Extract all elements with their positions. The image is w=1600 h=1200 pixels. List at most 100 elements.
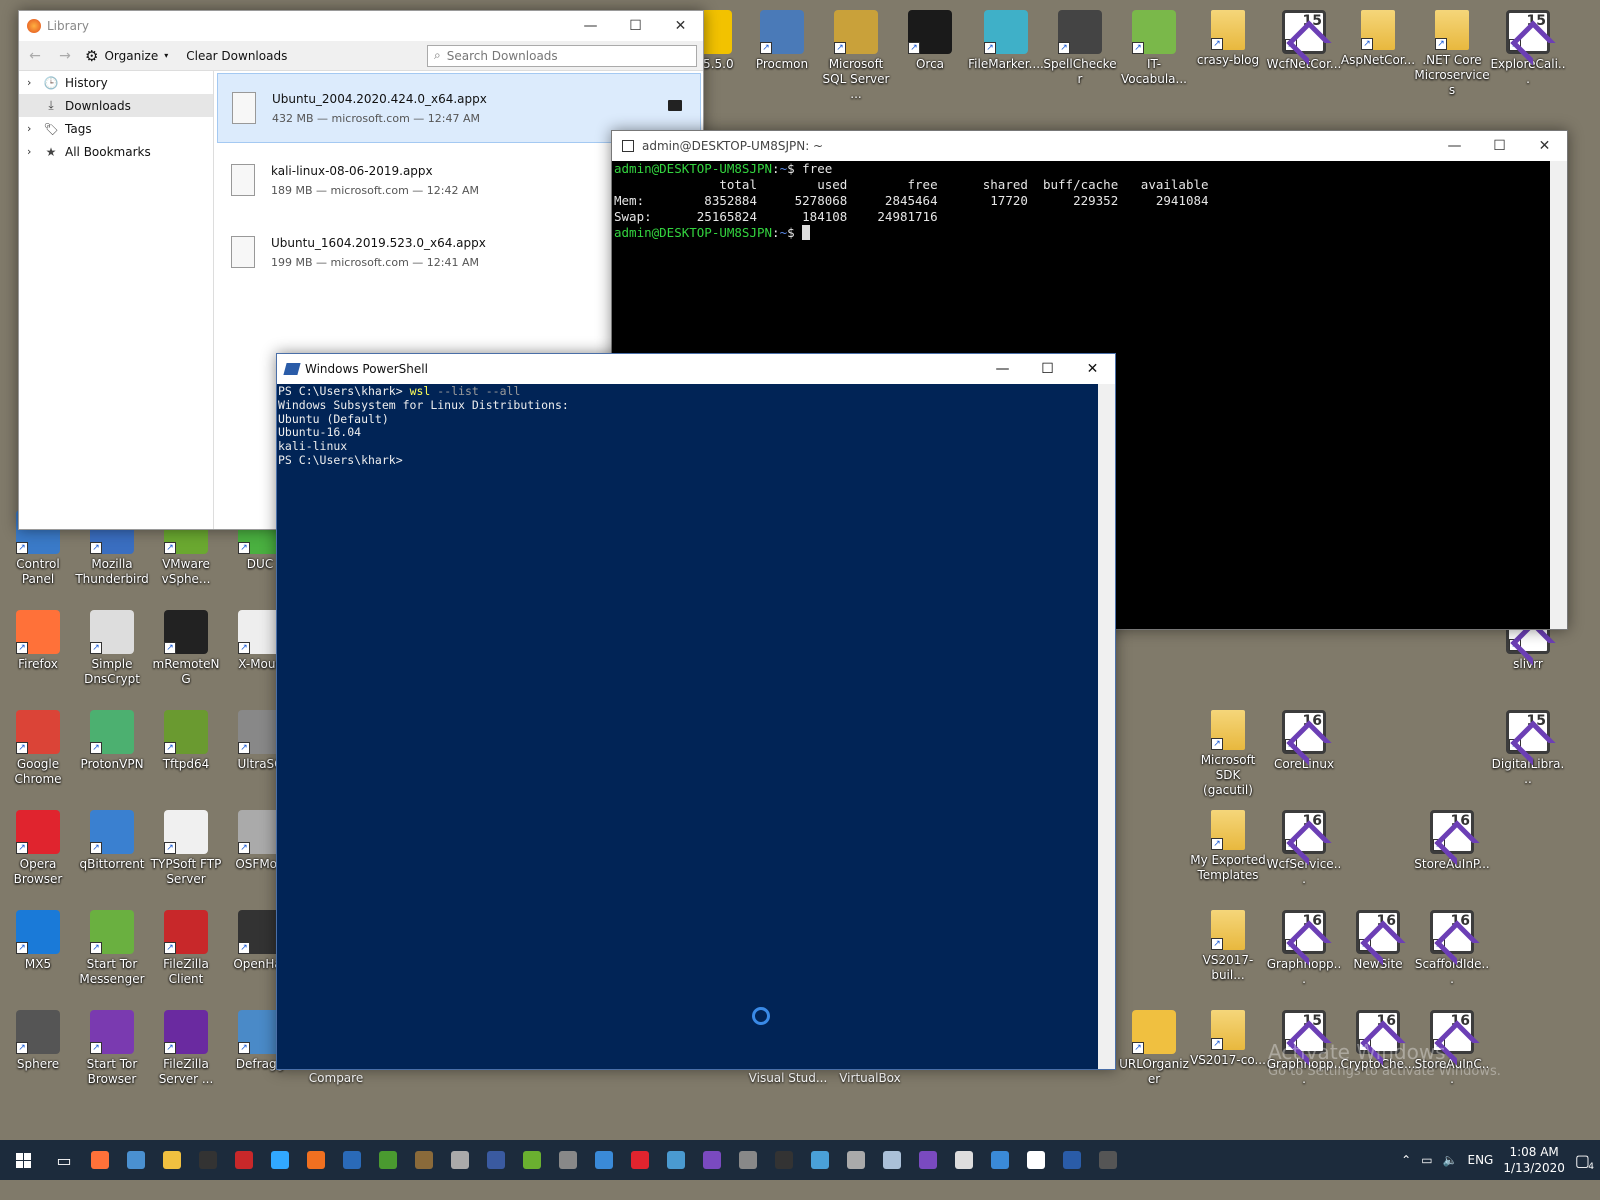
gimp-icon[interactable] (406, 1140, 442, 1180)
maximize-button[interactable]: ☐ (1477, 131, 1522, 161)
desktop-icon[interactable]: ↗ FileMarker.... (968, 10, 1044, 72)
settings-icon[interactable] (838, 1140, 874, 1180)
vs2-icon[interactable] (910, 1140, 946, 1180)
chevron-right-icon[interactable]: › (27, 145, 37, 158)
powershell-icon[interactable] (1054, 1140, 1090, 1180)
blender-icon[interactable] (298, 1140, 334, 1180)
share-icon[interactable] (802, 1140, 838, 1180)
desktop-icon[interactable]: ↗ mRemoteNG (148, 610, 224, 687)
minimize-button[interactable]: — (568, 11, 613, 41)
terminal-scrollbar[interactable] (1550, 161, 1567, 629)
desktop-icon[interactable]: ↗ VS2017-buil... (1190, 910, 1266, 983)
desktop-icon[interactable]: ↗ MX5 (0, 910, 76, 972)
apps-icon[interactable] (730, 1140, 766, 1180)
desktop-icon[interactable]: ↗ Procmon (744, 10, 820, 72)
desktop-icon[interactable]: ↗ qBittorrent (74, 810, 150, 872)
ftp-icon[interactable] (946, 1140, 982, 1180)
desktop-icon[interactable]: ↗ VS2017-co... (1190, 1010, 1266, 1068)
minimize-button[interactable]: — (980, 354, 1025, 384)
thunderbird-icon[interactable] (586, 1140, 622, 1180)
desktop-icon[interactable]: 16 ↗ NewSite (1340, 910, 1416, 972)
vmware-icon[interactable] (514, 1140, 550, 1180)
sidebar-item[interactable]: ⤓ Downloads (19, 94, 213, 117)
notification-button[interactable]: ▢ 4 (1575, 1151, 1594, 1172)
opera-icon[interactable] (622, 1140, 658, 1180)
desktop-icon[interactable]: ↗ AspNetCor... (1340, 10, 1416, 68)
desktop-icon[interactable]: ↗ Orca (892, 10, 968, 72)
desktop-icon[interactable]: ↗ SpellChecker (1042, 10, 1118, 87)
desktop-icon[interactable]: ↗ Start Tor Messenger (74, 910, 150, 987)
desktop-icon[interactable]: ↗ ProtonVPN (74, 710, 150, 772)
clock[interactable]: 1:08 AM 1/13/2020 (1503, 1144, 1565, 1176)
photoshop-icon[interactable] (262, 1140, 298, 1180)
language-indicator[interactable]: ENG (1467, 1153, 1493, 1167)
chevron-right-icon[interactable]: › (27, 76, 37, 89)
firefox-icon[interactable] (82, 1140, 118, 1180)
desktop-icon[interactable]: 16 ↗ Graphhopp... (1266, 910, 1342, 987)
vpn-icon[interactable] (334, 1140, 370, 1180)
desktop-icon[interactable]: 16 ↗ CoreLinux (1266, 710, 1342, 772)
notepad-icon[interactable] (370, 1140, 406, 1180)
pen-icon[interactable] (658, 1140, 694, 1180)
chevron-right-icon[interactable]: › (27, 122, 37, 135)
cloud-icon[interactable] (874, 1140, 910, 1180)
network-icon[interactable]: ▭ (1421, 1153, 1432, 1167)
desktop-icon[interactable]: 16 ↗ WcfService... (1266, 810, 1342, 887)
desktop-icon[interactable]: ↗ Start Tor Browser (74, 1010, 150, 1087)
desktop-icon-caption[interactable]: Compare (296, 1071, 376, 1085)
desktop-icon[interactable]: 15 ↗ ExploreCali... (1490, 10, 1566, 87)
desktop-icon[interactable]: ↗ Firefox (0, 610, 76, 672)
desktop-icon[interactable]: ↗ Microsoft SDK (gacutil) (1190, 710, 1266, 798)
desktop-icon[interactable]: ↗ FileZilla Client (148, 910, 224, 987)
desktop-icon[interactable]: ↗ IT-Vocabula... (1116, 10, 1192, 87)
powershell-titlebar[interactable]: Windows PowerShell — ☐ ✕ (277, 354, 1115, 384)
close-button[interactable]: ✕ (658, 11, 703, 41)
desktop-icon-caption[interactable]: Visual Stud... (748, 1071, 828, 1085)
desktop-icon[interactable]: 16 ↗ ScaffoldIde... (1414, 910, 1490, 987)
link-icon[interactable] (478, 1140, 514, 1180)
vbnet-icon[interactable] (1018, 1140, 1054, 1180)
start-button[interactable] (0, 1140, 46, 1180)
open-folder-icon[interactable] (668, 100, 682, 111)
desktop-icon[interactable]: ↗ Tftpd64 (148, 710, 224, 772)
folder-icon[interactable] (154, 1140, 190, 1180)
clear-downloads-button[interactable]: Clear Downloads (186, 49, 287, 63)
sidebar-item[interactable]: › ★ All Bookmarks (19, 140, 213, 163)
cmd-icon[interactable] (190, 1140, 226, 1180)
close-button[interactable]: ✕ (1522, 131, 1567, 161)
maximize-button[interactable]: ☐ (613, 11, 658, 41)
close-button[interactable]: ✕ (1070, 354, 1115, 384)
minimize-button[interactable]: — (1432, 131, 1477, 161)
desktop-icon[interactable]: ↗ URLOrganizer (1116, 1010, 1192, 1087)
desktop-icon[interactable]: ↗ Google Chrome (0, 710, 76, 787)
forward-arrow-icon[interactable]: → (55, 48, 75, 64)
organize-button[interactable]: ⚙ Organize ▾ (85, 47, 168, 65)
terminal-output[interactable]: admin@DESKTOP-UM8SJPN:~$ free total used… (612, 161, 1567, 241)
terminal-titlebar[interactable]: admin@DESKTOP-UM8SJPN: ~ — ☐ ✕ (612, 131, 1567, 161)
desktop-icon-caption[interactable]: VirtualBox (830, 1071, 910, 1085)
task-view-button[interactable]: ▭ (46, 1140, 82, 1180)
library-titlebar[interactable]: Library — ☐ ✕ (19, 11, 703, 41)
desktop-icon[interactable]: 15 ↗ WcfNetCor... (1266, 10, 1342, 72)
powershell-scrollbar[interactable] (1098, 384, 1115, 1069)
tools-icon[interactable] (442, 1140, 478, 1180)
desktop-icon[interactable]: 15 ↗ DigitalLibra... (1490, 710, 1566, 787)
desktop-icon[interactable]: ↗ FileZilla Server ... (148, 1010, 224, 1087)
desktop-icon[interactable]: 16 ↗ StoreAuInP... (1414, 810, 1490, 872)
kali-icon[interactable] (1090, 1140, 1126, 1180)
mremote-icon[interactable] (766, 1140, 802, 1180)
volume-icon[interactable]: 🔈 (1443, 1153, 1458, 1167)
desktop-icon[interactable]: ↗ TYPSoft FTP Server (148, 810, 224, 887)
sidebar-item[interactable]: › 🕒 History (19, 71, 213, 94)
desktop-icon[interactable]: ↗ crasy-blog (1190, 10, 1266, 68)
back-arrow-icon[interactable]: ← (25, 48, 45, 64)
chevron-up-icon[interactable]: ⌃ (1401, 1153, 1411, 1167)
floppy-icon[interactable] (226, 1140, 262, 1180)
desktop-icon[interactable]: ↗ Opera Browser (0, 810, 76, 887)
desktop-icon[interactable]: ↗ Sphere (0, 1010, 76, 1072)
monitor-icon[interactable] (982, 1140, 1018, 1180)
maximize-button[interactable]: ☐ (1025, 354, 1070, 384)
mail-icon[interactable] (118, 1140, 154, 1180)
search-input[interactable]: ⌕ Search Downloads (427, 44, 697, 67)
sidebar-item[interactable]: › 🏷 Tags (19, 117, 213, 140)
